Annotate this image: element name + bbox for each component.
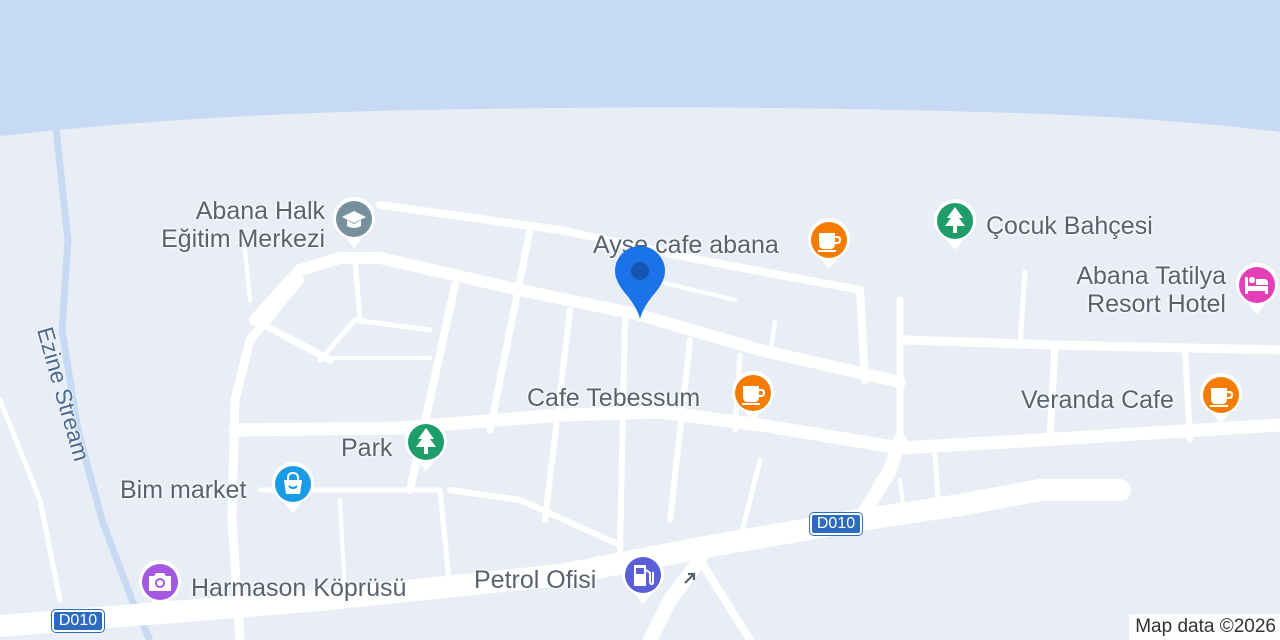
fuel-pump-icon[interactable]	[620, 552, 666, 606]
coffee-cup-icon[interactable]	[730, 370, 776, 424]
location-pin-icon[interactable]	[613, 245, 667, 321]
map-attribution: Map data ©2026	[1129, 614, 1280, 640]
map-canvas[interactable]: Ezine Stream D010 D010 Abana Halk Eğitim …	[0, 0, 1280, 640]
poi-label-cafe-tebessum[interactable]: Cafe Tebessum	[527, 384, 700, 412]
route-badge-d010-east: D010	[809, 512, 863, 536]
poi-label-abana-halk[interactable]: Abana Halk Eğitim Merkezi	[120, 197, 325, 253]
poi-label-petrol-ofisi[interactable]: Petrol Ofisi	[474, 566, 596, 594]
tree-icon[interactable]	[932, 198, 978, 252]
camera-icon[interactable]	[137, 559, 183, 613]
poi-label-abana-tatilya[interactable]: Abana Tatilya Resort Hotel	[1030, 262, 1226, 318]
tree-icon[interactable]	[403, 419, 449, 473]
route-badge-d010-west: D010	[51, 609, 105, 633]
bed-icon[interactable]	[1234, 262, 1280, 316]
graduation-cap-icon[interactable]	[331, 196, 377, 250]
one-way-arrow-icon	[684, 572, 696, 584]
coffee-cup-icon[interactable]	[806, 217, 852, 271]
poi-label-park[interactable]: Park	[341, 434, 392, 462]
poi-label-cocuk-bahcesi[interactable]: Çocuk Bahçesi	[986, 212, 1153, 240]
sea-area	[0, 0, 1280, 136]
shopping-bag-icon[interactable]	[270, 461, 316, 515]
coffee-cup-icon[interactable]	[1198, 372, 1244, 426]
poi-label-bim-market[interactable]: Bim market	[120, 476, 246, 504]
poi-label-veranda-cafe[interactable]: Veranda Cafe	[1021, 386, 1174, 414]
poi-label-harmason[interactable]: Harmason Köprüsü	[191, 574, 406, 602]
